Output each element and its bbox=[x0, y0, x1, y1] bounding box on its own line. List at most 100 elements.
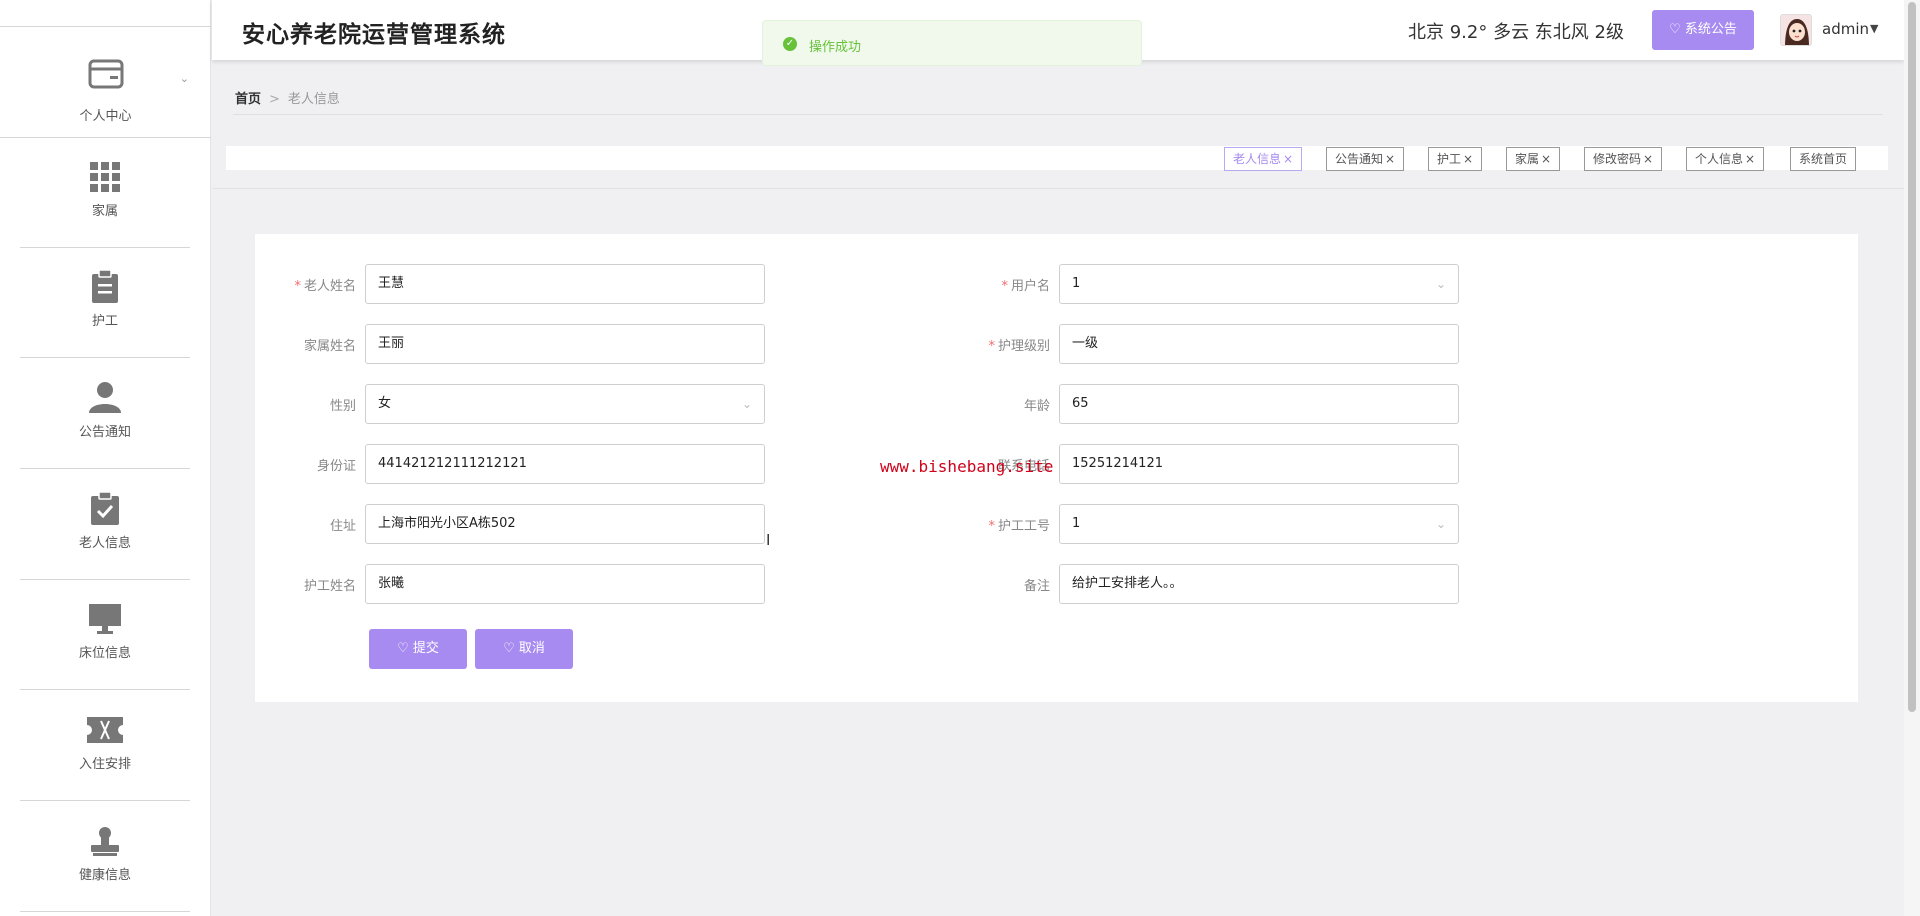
sidebar-item-label: 护工 bbox=[91, 314, 118, 329]
close-icon[interactable]: × bbox=[1385, 152, 1395, 166]
stamp-icon bbox=[91, 827, 119, 856]
clipboard-icon bbox=[92, 270, 118, 303]
text-cursor-icon: I bbox=[766, 531, 771, 549]
label-text: 老人姓名 bbox=[303, 279, 356, 294]
avatar[interactable] bbox=[1780, 14, 1812, 46]
tag-family[interactable]: 家属 × bbox=[1506, 147, 1561, 171]
cancel-label: 取消 bbox=[518, 641, 545, 656]
page-scrollbar[interactable] bbox=[1904, 0, 1920, 916]
system-notice-label: 系统公告 bbox=[1684, 22, 1737, 37]
elder-name-input[interactable]: 王慧 bbox=[365, 264, 765, 304]
required-asterisk: * bbox=[988, 339, 995, 354]
caregiver-id-select[interactable]: 1 ⌄ bbox=[1059, 504, 1459, 544]
breadcrumb-home[interactable]: 首页 bbox=[235, 92, 261, 107]
sidebar-item-bed-info[interactable]: 床位信息 bbox=[20, 580, 190, 690]
select-value: 1 bbox=[1072, 276, 1081, 291]
heart-icon: ♡ bbox=[397, 641, 409, 656]
age-label: 年龄 bbox=[1023, 399, 1050, 414]
username-field-label: * 用户名 bbox=[930, 275, 1050, 294]
close-icon[interactable]: × bbox=[1643, 152, 1653, 166]
tag-label: 公告通知 bbox=[1335, 152, 1384, 166]
label-text: 护理级别 bbox=[997, 339, 1050, 354]
sidebar-item-personal-center[interactable]: ⌄ 个人中心 bbox=[0, 27, 211, 138]
chevron-down-icon[interactable]: ⌄ bbox=[180, 72, 189, 85]
label-text: 护工工号 bbox=[997, 519, 1050, 534]
username-label[interactable]: admin bbox=[1822, 20, 1869, 38]
close-icon[interactable]: × bbox=[1283, 152, 1293, 166]
tags-divider bbox=[212, 188, 1904, 189]
tag-change-password[interactable]: 修改密码 × bbox=[1584, 147, 1663, 171]
chevron-down-icon: ⌄ bbox=[741, 397, 752, 411]
app-title: 安心养老院运营管理系统 bbox=[242, 22, 506, 48]
tag-system-home[interactable]: 系统首页 bbox=[1790, 147, 1857, 171]
tag-elder-info[interactable]: 老人信息 × bbox=[1224, 147, 1303, 171]
breadcrumb-current: 老人信息 bbox=[287, 92, 340, 107]
caregiver-name-label: 护工姓名 bbox=[303, 579, 356, 594]
username-select[interactable]: 1 ⌄ bbox=[1059, 264, 1459, 304]
check-circle-icon: ✓ bbox=[783, 37, 797, 51]
sidebar-item-label: 床位信息 bbox=[78, 646, 131, 661]
tag-label: 个人信息 bbox=[1695, 152, 1744, 166]
tag-label: 家属 bbox=[1515, 152, 1540, 166]
scrollbar-thumb[interactable] bbox=[1908, 2, 1916, 712]
select-value: 1 bbox=[1072, 516, 1081, 531]
required-asterisk: * bbox=[294, 279, 301, 294]
sidebar-item-label: 入住安排 bbox=[78, 757, 131, 772]
sidebar-item-label: 老人信息 bbox=[78, 536, 131, 551]
tag-notice[interactable]: 公告通知 × bbox=[1326, 147, 1405, 171]
caregiver-id-label: * 护工工号 bbox=[930, 515, 1050, 534]
elder-name-label: * 老人姓名 bbox=[236, 275, 356, 294]
submit-label: 提交 bbox=[412, 641, 439, 656]
sidebar-item-elder-info[interactable]: 老人信息 bbox=[20, 470, 190, 580]
family-name-label: 家属姓名 bbox=[303, 339, 356, 354]
age-input[interactable]: 65 bbox=[1059, 384, 1459, 424]
grid-icon bbox=[90, 162, 120, 192]
close-icon[interactable]: × bbox=[1541, 152, 1551, 166]
address-label: 住址 bbox=[329, 519, 356, 534]
gender-label: 性别 bbox=[329, 399, 356, 414]
user-icon bbox=[89, 382, 121, 413]
success-toast: ✓ 操作成功 bbox=[762, 20, 1142, 66]
tag-personal-info[interactable]: 个人信息 × bbox=[1686, 147, 1765, 171]
sidebar-item-caregiver[interactable]: 护工 bbox=[20, 248, 190, 358]
sidebar-item-label: 公告通知 bbox=[78, 425, 131, 440]
remark-label: 备注 bbox=[1023, 579, 1050, 594]
remark-input[interactable]: 给护工安排老人。。 bbox=[1059, 564, 1459, 604]
weather-info: 北京 9.2° 多云 东北风 2级 bbox=[1408, 22, 1624, 43]
ticket-icon bbox=[87, 717, 123, 743]
family-name-input[interactable]: 王丽 bbox=[365, 324, 765, 364]
heart-icon: ♡ bbox=[1669, 22, 1681, 37]
wallet-icon bbox=[88, 59, 123, 89]
close-icon[interactable]: × bbox=[1745, 152, 1755, 166]
id-card-input[interactable]: 441421212111212121 bbox=[365, 444, 765, 484]
address-input[interactable]: 上海市阳光小区A栋502 bbox=[365, 504, 765, 544]
sidebar-item-notice[interactable]: 公告通知 bbox=[20, 359, 190, 469]
watermark-text: www.bishebang.site bbox=[880, 457, 1054, 476]
system-notice-button[interactable]: ♡ 系统公告 bbox=[1652, 10, 1754, 50]
required-asterisk: * bbox=[1001, 279, 1008, 294]
chevron-down-icon: ⌄ bbox=[1435, 277, 1446, 291]
required-asterisk: * bbox=[988, 519, 995, 534]
tag-label: 护工 bbox=[1437, 152, 1462, 166]
gender-select[interactable]: 女 ⌄ bbox=[365, 384, 765, 424]
breadcrumb-divider bbox=[233, 114, 1883, 115]
submit-button[interactable]: ♡ 提交 bbox=[369, 629, 467, 669]
breadcrumb-separator: > bbox=[269, 92, 280, 107]
caregiver-name-input[interactable]: 张曦 bbox=[365, 564, 765, 604]
phone-input[interactable]: 15251214121 bbox=[1059, 444, 1459, 484]
caret-down-icon[interactable]: ▼ bbox=[1870, 22, 1878, 35]
sidebar-item-family[interactable]: 家属 bbox=[20, 138, 190, 248]
id-card-label: 身份证 bbox=[316, 459, 356, 474]
sidebar: ⌄ 个人中心 家属 护工 公告通知 老人信息 床位信息 入住安排 健康信息 bbox=[0, 0, 211, 916]
breadcrumb: 首页 > 老人信息 bbox=[235, 88, 340, 107]
avatar-image bbox=[1781, 15, 1811, 45]
care-level-input[interactable]: 一级 bbox=[1059, 324, 1459, 364]
close-icon[interactable]: × bbox=[1463, 152, 1473, 166]
cancel-button[interactable]: ♡ 取消 bbox=[475, 629, 573, 669]
sidebar-item-label: 健康信息 bbox=[78, 868, 131, 883]
tag-label: 修改密码 bbox=[1593, 152, 1642, 166]
sidebar-item-health[interactable]: 健康信息 bbox=[20, 802, 190, 912]
sidebar-item-checkin[interactable]: 入住安排 bbox=[20, 691, 190, 801]
select-value: 女 bbox=[378, 396, 392, 411]
tag-caregiver[interactable]: 护工 × bbox=[1428, 147, 1483, 171]
